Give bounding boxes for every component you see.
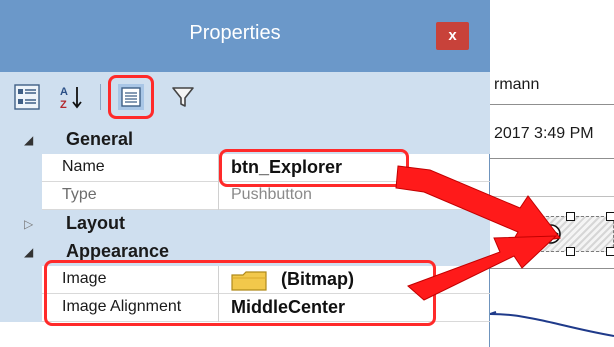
row-gutter	[0, 266, 42, 294]
category-label: Appearance	[66, 241, 170, 261]
panel-titlebar[interactable]: Properties x	[0, 0, 490, 72]
close-button[interactable]: x	[436, 22, 469, 50]
category-label: General	[66, 129, 134, 149]
properties-panel: Properties x A Z ◢ General Name btn_Expl…	[0, 0, 490, 347]
toolbar-separator	[100, 84, 101, 110]
property-name-cell: Type	[42, 182, 219, 210]
canvas-field-line	[490, 268, 614, 269]
chart-curve	[490, 311, 614, 337]
row-gutter	[0, 294, 42, 322]
row-gutter	[0, 154, 42, 182]
category-label: Layout	[66, 213, 126, 233]
highlight-box	[219, 149, 409, 187]
resize-handle[interactable]	[522, 247, 531, 256]
svg-text:A: A	[60, 86, 68, 98]
resize-handle[interactable]	[522, 230, 531, 239]
svg-text:Z: Z	[60, 99, 67, 110]
property-value: Pushbutton	[231, 186, 312, 203]
filter-icon[interactable]	[170, 84, 196, 110]
row-gutter	[0, 182, 42, 210]
selected-pushbutton[interactable]	[522, 212, 614, 256]
resize-handle[interactable]	[606, 212, 614, 221]
sort-az-icon[interactable]: A Z	[58, 84, 84, 110]
canvas-field-line	[490, 196, 614, 197]
categorized-icon[interactable]	[14, 84, 40, 110]
properties-toolbar: A Z	[0, 72, 490, 126]
canvas-field-line	[490, 158, 614, 159]
move-icon[interactable]	[540, 223, 562, 245]
resize-handle[interactable]	[566, 247, 575, 256]
resize-handle[interactable]	[606, 247, 614, 256]
property-name-cell: Name	[42, 154, 219, 182]
property-name: Name	[62, 158, 105, 175]
expand-icon[interactable]: ▷	[24, 217, 33, 231]
canvas-text-date: 2017 3:49 PM	[494, 125, 594, 142]
category-layout[interactable]: ▷ Layout	[0, 210, 490, 238]
property-name: Type	[62, 186, 97, 203]
collapse-icon[interactable]: ◢	[24, 245, 33, 259]
canvas-field-line	[490, 104, 614, 105]
highlight-box	[108, 75, 154, 119]
resize-handle[interactable]	[566, 212, 575, 221]
highlight-box	[44, 260, 436, 326]
resize-handle[interactable]	[522, 212, 531, 221]
collapse-icon[interactable]: ◢	[24, 133, 33, 147]
panel-title: Properties	[189, 22, 281, 44]
canvas-text-author: rmann	[494, 76, 540, 93]
